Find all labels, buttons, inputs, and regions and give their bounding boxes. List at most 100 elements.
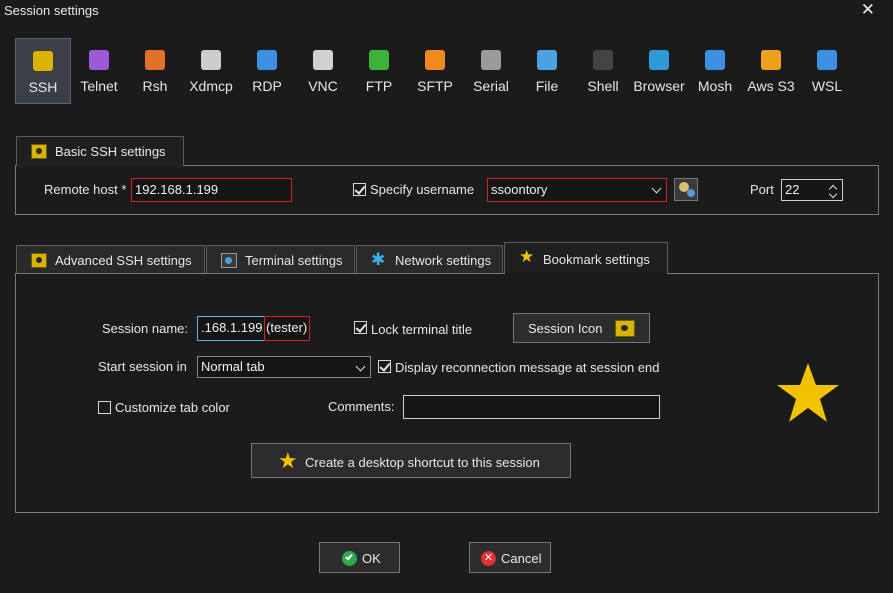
create-shortcut-label: Create a desktop shortcut to this sessio…	[305, 455, 540, 470]
session-name-highlight	[264, 316, 310, 341]
create-desktop-shortcut-button[interactable]: ★ Create a desktop shortcut to this sess…	[251, 443, 571, 478]
tab-terminal-settings[interactable]: Terminal settings	[206, 245, 355, 274]
remote-host-input[interactable]: 192.168.1.199	[131, 178, 292, 202]
serial-icon	[481, 50, 501, 70]
session-type-mosh[interactable]: Mosh	[687, 38, 743, 104]
tab-bookmark-label: Bookmark settings	[543, 252, 650, 267]
tab-network-settings[interactable]: ✱ Network settings	[356, 245, 503, 274]
session-type-label: VNC	[308, 78, 338, 94]
session-type-label: File	[535, 78, 559, 94]
shell-icon	[593, 50, 613, 70]
session-type-browser[interactable]: Browser	[631, 38, 687, 104]
customize-tab-color-label: Customize tab color	[115, 400, 230, 415]
session-name-label: Session name:	[102, 321, 188, 336]
session-type-serial[interactable]: Serial	[463, 38, 519, 104]
session-type-sftp[interactable]: SFTP	[407, 38, 463, 104]
cancel-label: Cancel	[501, 551, 542, 566]
tab-advanced-ssh-settings[interactable]: Advanced SSH settings	[16, 245, 205, 274]
session-type-vnc[interactable]: VNC	[295, 38, 351, 104]
session-type-label: Mosh	[697, 78, 733, 94]
tab-bookmark-settings[interactable]: ★ Bookmark settings	[504, 242, 668, 275]
session-type-label: Telnet	[80, 78, 118, 94]
cancel-icon: ✕	[481, 551, 496, 566]
cancel-button[interactable]: ✕ Cancel	[469, 542, 551, 573]
network-icon: ✱	[371, 250, 386, 269]
star-icon: ★	[278, 448, 298, 473]
specify-username-checkbox[interactable]	[353, 183, 366, 196]
aws-s3-icon	[761, 50, 781, 70]
tab-advanced-ssh-label: Advanced SSH settings	[55, 253, 192, 268]
session-type-shell[interactable]: Shell	[575, 38, 631, 104]
customize-tab-color-checkbox[interactable]	[98, 401, 111, 414]
rsh-icon	[145, 50, 165, 70]
wrench-icon	[615, 320, 635, 337]
bookmark-star-icon	[777, 363, 839, 422]
tab-basic-ssh-settings[interactable]: Basic SSH settings	[16, 136, 184, 166]
rdp-icon	[257, 50, 277, 70]
start-session-label: Start session in	[98, 359, 187, 374]
check-icon	[342, 551, 357, 566]
reconnect-message-checkbox[interactable]	[378, 360, 391, 373]
user-gear-icon	[687, 189, 695, 197]
chevron-down-icon[interactable]	[828, 192, 838, 200]
ftp-icon	[369, 50, 389, 70]
specify-username-label: Specify username	[370, 182, 475, 197]
session-type-telnet[interactable]: Telnet	[71, 38, 127, 104]
session-type-xdmcp[interactable]: Xdmcp	[183, 38, 239, 104]
mosh-icon	[705, 50, 725, 70]
session-type-label: SSH	[28, 79, 58, 95]
session-type-label: FTP	[365, 78, 393, 94]
session-type-label: WSL	[811, 78, 843, 94]
title-bar: Session settings ✕	[0, 0, 893, 22]
session-type-label: Serial	[473, 78, 509, 94]
reconnect-message-label: Display reconnection message at session …	[395, 360, 660, 375]
sftp-icon	[425, 50, 445, 70]
terminal-icon	[221, 253, 237, 268]
session-icon-label: Session Icon	[528, 321, 603, 336]
browser-icon	[649, 50, 669, 70]
session-type-file[interactable]: File	[519, 38, 575, 104]
lock-terminal-title-checkbox[interactable]	[354, 321, 367, 334]
session-type-rsh[interactable]: Rsh	[127, 38, 183, 104]
session-type-ssh[interactable]: SSH	[15, 38, 71, 104]
session-type-rdp[interactable]: RDP	[239, 38, 295, 104]
xdmcp-icon	[201, 50, 221, 70]
file-icon	[537, 50, 557, 70]
vnc-icon	[313, 50, 333, 70]
port-value: 22	[785, 182, 800, 197]
username-value: ssoontory	[491, 182, 548, 197]
session-type-label: RDP	[252, 78, 282, 94]
username-select[interactable]: ssoontory	[487, 178, 667, 202]
port-stepper[interactable]: 22	[781, 179, 843, 201]
session-type-aws-s3[interactable]: Aws S3	[743, 38, 799, 104]
session-type-ftp[interactable]: FTP	[351, 38, 407, 104]
port-label: Port	[750, 182, 774, 197]
session-type-label: Xdmcp	[189, 78, 233, 94]
window-title: Session settings	[4, 3, 99, 18]
close-icon[interactable]: ✕	[861, 1, 875, 19]
session-type-label: Rsh	[142, 78, 168, 94]
wrench-icon	[31, 144, 47, 159]
comments-input[interactable]	[403, 395, 660, 419]
chevron-down-icon	[650, 182, 664, 196]
start-session-value: Normal tab	[201, 359, 265, 374]
session-type-label: SFTP	[417, 78, 453, 94]
session-icon-button[interactable]: Session Icon	[513, 313, 650, 343]
star-icon: ★	[519, 247, 535, 266]
wsl-icon	[817, 50, 837, 70]
start-session-select[interactable]: Normal tab	[197, 356, 371, 378]
session-type-label: Shell	[587, 78, 619, 94]
session-type-wsl[interactable]: WSL	[799, 38, 855, 104]
comments-label: Comments:	[328, 399, 395, 414]
session-type-label: Aws S3	[747, 78, 795, 94]
ssh-key-icon	[33, 51, 53, 71]
user-manager-button[interactable]	[674, 178, 698, 201]
session-type-label: Browser	[633, 78, 685, 94]
ok-label: OK	[362, 551, 381, 566]
wrench-icon	[31, 253, 47, 268]
tab-basic-ssh-label: Basic SSH settings	[55, 144, 166, 159]
remote-host-label: Remote host *	[44, 182, 127, 197]
telnet-icon	[89, 50, 109, 70]
ok-button[interactable]: OK	[319, 542, 400, 573]
tab-network-label: Network settings	[395, 253, 492, 268]
